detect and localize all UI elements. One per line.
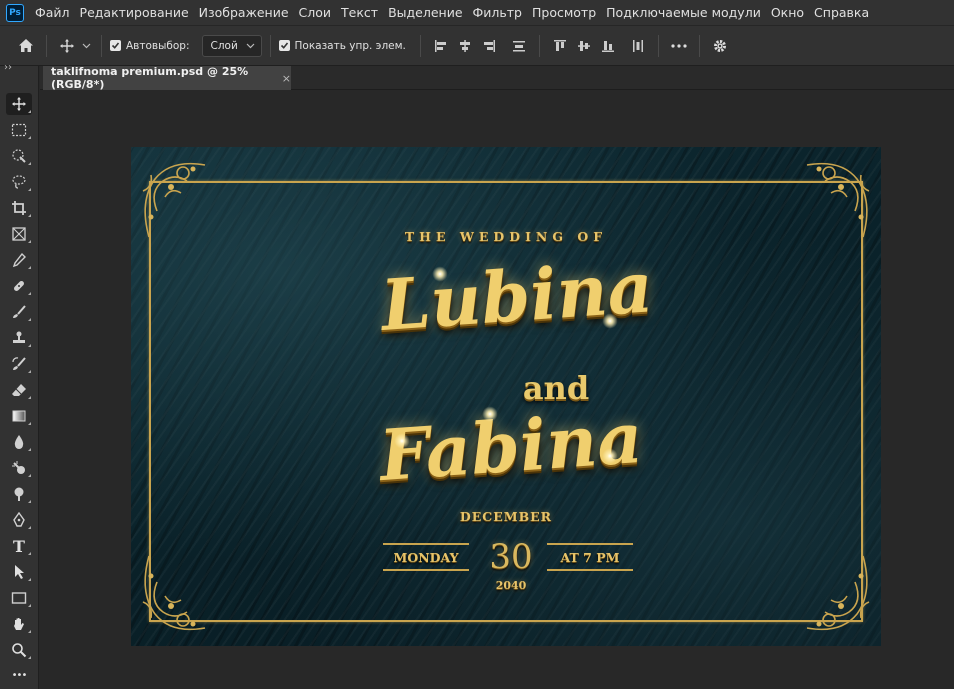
move-tool-icon[interactable] — [6, 93, 32, 115]
align-vertical-centers-icon[interactable] — [572, 34, 596, 58]
align-bottom-edges-icon[interactable] — [596, 34, 620, 58]
corner-ornament-bottom-right — [806, 555, 870, 631]
invitation-weekday: MONDAY — [393, 549, 459, 565]
menu-type[interactable]: Текст — [336, 5, 383, 20]
document-canvas[interactable]: THE WEDDING OF Lubina and Fabina DECEMBE… — [131, 147, 881, 646]
lasso-tool-icon[interactable] — [6, 171, 32, 193]
align-right-edges-icon[interactable] — [477, 34, 501, 58]
align-top-edges-icon[interactable] — [548, 34, 572, 58]
corner-ornament-top-right — [806, 162, 870, 238]
brush-tool-icon[interactable] — [6, 301, 32, 323]
more-tools-icon[interactable]: ••• — [6, 664, 32, 686]
document-tab-bar: taklifnoma premium.psd @ 25% (RGB/8*) × — [40, 65, 954, 91]
more-options-icon[interactable] — [667, 34, 691, 58]
menu-image[interactable]: Изображение — [194, 5, 294, 20]
stamp-tool-icon[interactable] — [6, 327, 32, 349]
tools-panel: ›› T ••• — [0, 62, 39, 689]
separator — [538, 34, 540, 57]
options-bar: Автовыбор: Слой Показать упр. элем. — [0, 25, 954, 66]
invitation-month: DECEMBER — [459, 509, 553, 524]
separator — [698, 34, 700, 57]
distribute-horizontally-icon[interactable] — [626, 34, 650, 58]
auto-select-value: Слой — [210, 39, 238, 52]
separator — [46, 34, 47, 57]
burn-tool-icon[interactable] — [6, 483, 32, 505]
hand-tool-icon[interactable] — [6, 613, 32, 635]
menu-filter[interactable]: Фильтр — [468, 5, 527, 20]
marquee-tool-icon[interactable] — [6, 119, 32, 141]
separator — [657, 34, 659, 57]
menu-select[interactable]: Выделение — [383, 5, 467, 20]
auto-select-label: Автовыбор: — [126, 39, 190, 52]
invitation-time: AT 7 PM — [560, 549, 620, 565]
eraser-tool-icon[interactable] — [6, 379, 32, 401]
frame-tool-icon[interactable] — [6, 223, 32, 245]
sparkle-decoration — [393, 432, 411, 450]
healing-brush-tool-icon[interactable] — [6, 275, 32, 297]
document-tab[interactable]: taklifnoma premium.psd @ 25% (RGB/8*) × — [43, 65, 291, 91]
document-tab-title: taklifnoma premium.psd @ 25% (RGB/8*) — [51, 65, 249, 91]
path-selection-tool-icon[interactable] — [6, 561, 32, 583]
crop-tool-icon[interactable] — [6, 197, 32, 219]
align-left-edges-icon[interactable] — [429, 34, 453, 58]
distribute-vertically-icon[interactable] — [507, 34, 531, 58]
sparkle-decoration — [431, 265, 449, 283]
sparkle-decoration — [481, 405, 499, 423]
quick-selection-tool-icon[interactable] — [6, 145, 32, 167]
menu-help[interactable]: Справка — [809, 5, 874, 20]
gear-icon[interactable] — [708, 34, 732, 58]
history-brush-tool-icon[interactable] — [6, 353, 32, 375]
invitation-year: 2040 — [495, 579, 527, 592]
gradient-tool-icon[interactable] — [6, 405, 32, 427]
close-tab-icon[interactable]: × — [282, 72, 291, 85]
menu-window[interactable]: Окно — [766, 5, 809, 20]
menu-edit[interactable]: Редактирование — [75, 5, 194, 20]
pen-tool-icon[interactable] — [6, 509, 32, 531]
blur-tool-icon[interactable] — [6, 431, 32, 453]
menu-file[interactable]: Файл — [30, 5, 75, 20]
separator — [101, 34, 102, 57]
weekday-box: MONDAY — [383, 543, 469, 571]
rectangle-tool-icon[interactable] — [6, 587, 32, 609]
time-box: AT 7 PM — [547, 543, 633, 571]
eyedropper-tool-icon[interactable] — [6, 249, 32, 271]
auto-select-checkbox[interactable] — [110, 40, 121, 51]
corner-ornament-bottom-left — [142, 555, 206, 631]
corner-ornament-top-left — [142, 162, 206, 238]
show-transform-controls-checkbox[interactable] — [278, 40, 290, 51]
zoom-tool-icon[interactable] — [6, 639, 32, 661]
align-horizontal-centers-icon[interactable] — [453, 34, 477, 58]
show-transform-controls-label: Показать упр. элем. — [294, 39, 406, 52]
photoshop-app-icon[interactable]: Ps — [6, 3, 24, 22]
sparkle-decoration — [601, 312, 619, 330]
home-icon[interactable] — [14, 34, 38, 58]
type-tool-icon[interactable]: T — [6, 535, 32, 557]
menu-view[interactable]: Просмотр — [527, 5, 601, 20]
invitation-heading: THE WEDDING OF — [404, 229, 608, 244]
menu-plugins[interactable]: Подключаемые модули — [601, 5, 766, 20]
invitation-day: 30 — [489, 537, 533, 577]
sparkle-decoration — [601, 447, 619, 465]
separator — [419, 34, 421, 57]
chevron-down-icon[interactable] — [79, 34, 93, 58]
move-tool-preset-icon[interactable] — [55, 34, 79, 58]
auto-select-dropdown[interactable]: Слой — [201, 34, 262, 57]
dodge-tool-icon[interactable] — [6, 457, 32, 479]
menu-bar: Ps Файл Редактирование Изображение Слои … — [0, 0, 954, 25]
chevron-down-icon — [246, 43, 254, 48]
menu-layers[interactable]: Слои — [294, 5, 337, 20]
collapse-panel-icon[interactable]: ›› — [4, 62, 12, 73]
separator — [269, 34, 271, 57]
